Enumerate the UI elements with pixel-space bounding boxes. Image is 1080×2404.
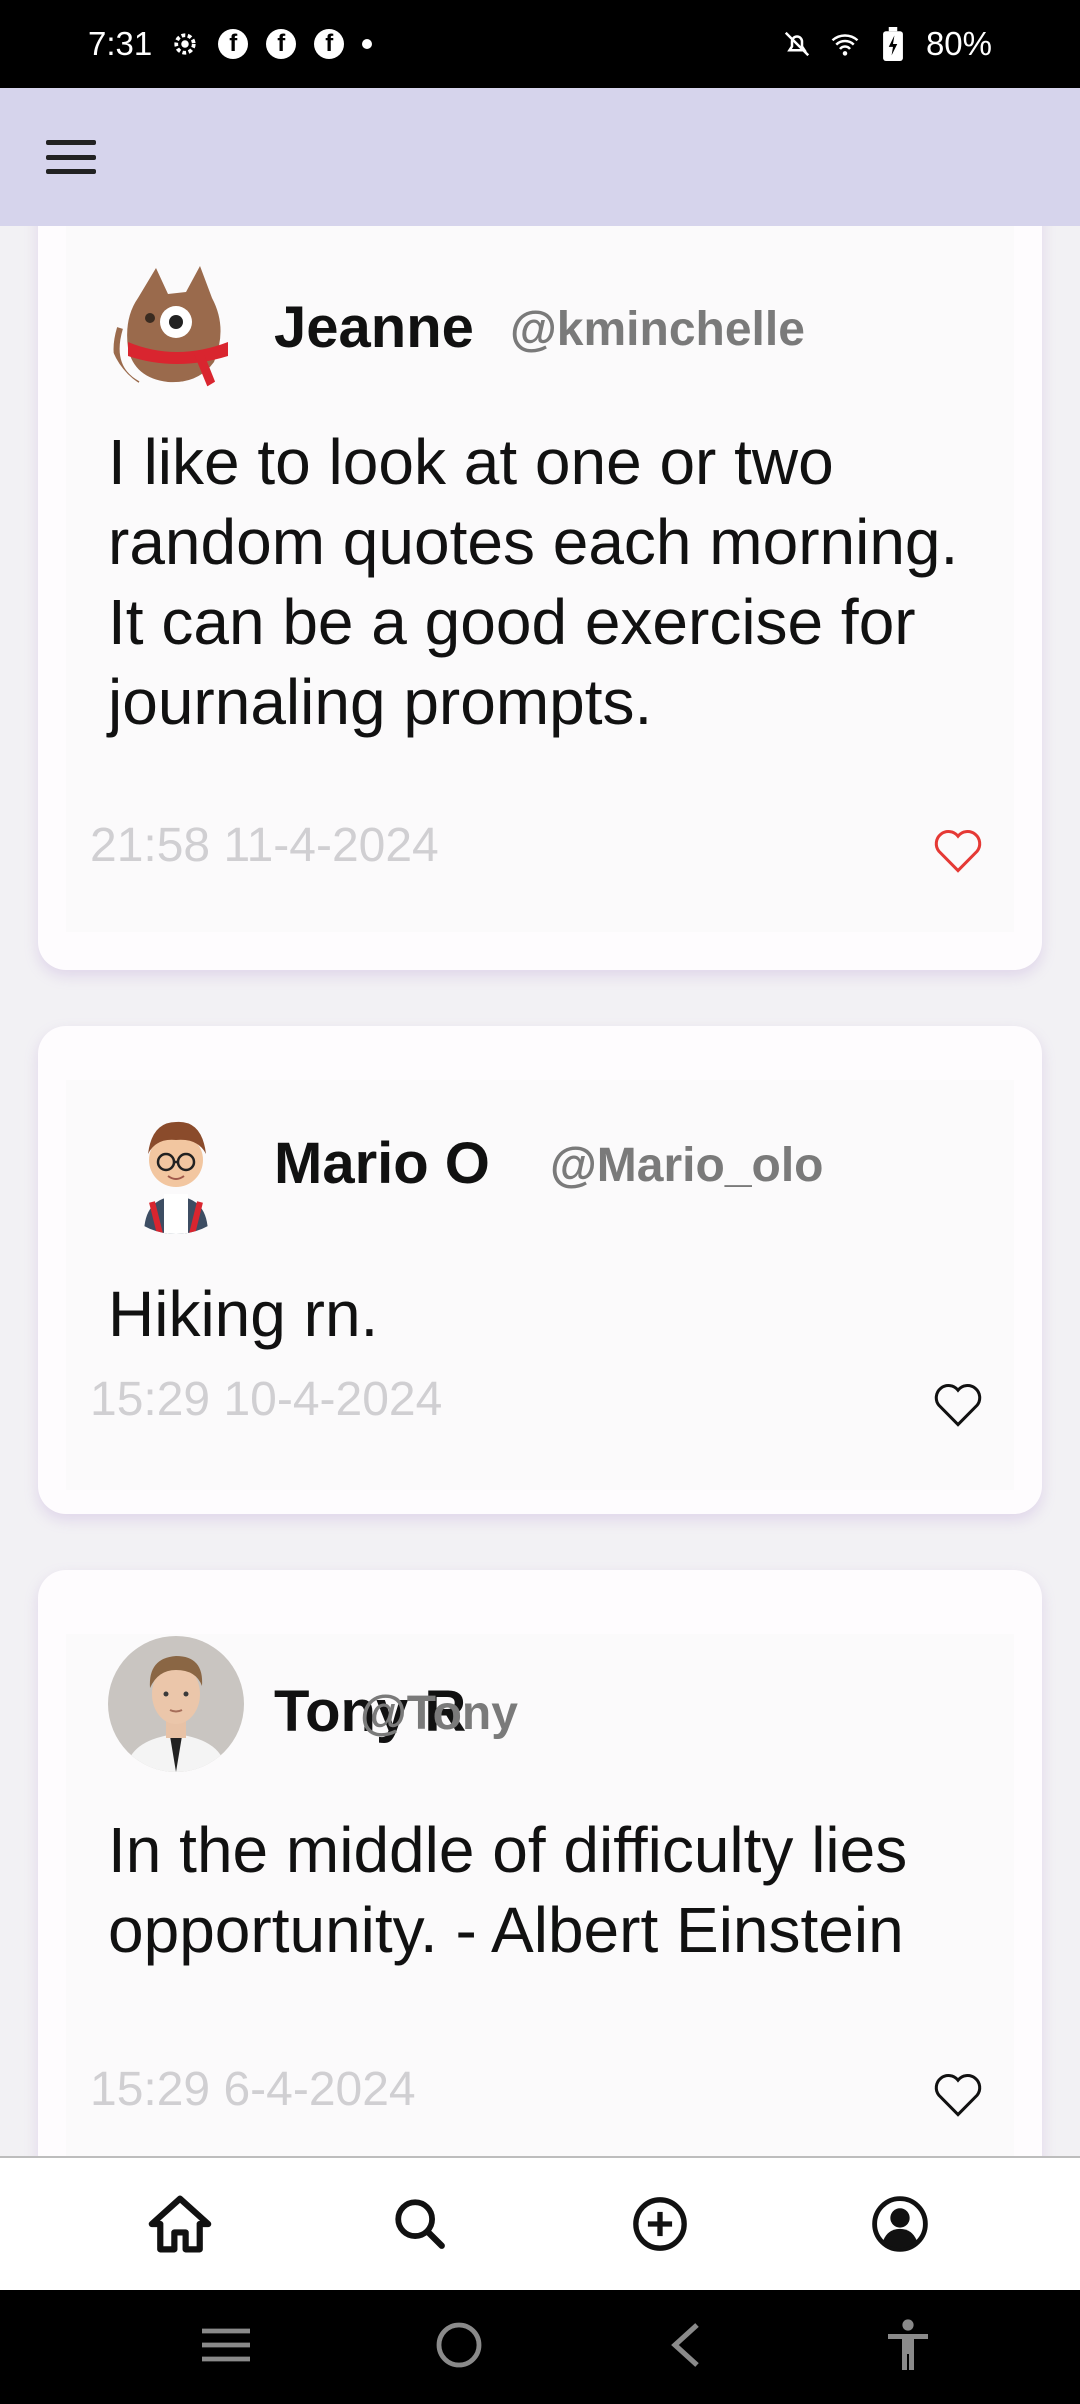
recents-icon[interactable] — [200, 2325, 252, 2370]
profile-icon[interactable] — [860, 2184, 940, 2264]
post-card-inner: Jeanne @kminchelle I like to look at one… — [66, 226, 1014, 932]
post-author-handle[interactable]: @Tony — [360, 1686, 518, 1741]
wifi-icon — [830, 29, 860, 59]
post-author-name[interactable]: Jeanne — [274, 294, 474, 361]
post-text: Hiking rn. — [108, 1278, 379, 1350]
post-card-inner: Mario O @Mario_olo Hiking rn. 15:29 10-4… — [66, 1080, 1014, 1490]
home-circle-icon[interactable] — [435, 2321, 483, 2374]
system-nav-bar — [0, 2290, 1080, 2404]
post-timestamp: 21:58 11-4-2024 — [90, 819, 439, 872]
boy-avatar-icon[interactable] — [108, 1098, 244, 1234]
status-bar: 7:31 f f f 80% — [0, 0, 1080, 88]
notifications-off-icon — [782, 29, 812, 59]
home-icon[interactable] — [140, 2184, 220, 2264]
menu-icon[interactable] — [44, 132, 98, 182]
battery-charging-icon — [878, 27, 908, 61]
facebook-icon: f — [218, 29, 249, 59]
post-card-inner: Tony R @Tony In the middle of difficulty… — [66, 1634, 1014, 2156]
cat-avatar-icon[interactable] — [108, 258, 244, 394]
like-button[interactable] — [932, 2070, 984, 2118]
post-card: Tony R @Tony In the middle of difficulty… — [38, 1570, 1042, 2156]
app-bar — [0, 88, 1080, 226]
back-icon[interactable] — [667, 2321, 703, 2374]
status-time: 7:31 — [88, 25, 153, 62]
post-text: I like to look at one or two random quot… — [108, 426, 959, 738]
like-button[interactable] — [932, 826, 984, 874]
settings-icon — [170, 29, 200, 59]
post-author-handle[interactable]: @kminchelle — [510, 302, 805, 357]
add-circle-icon[interactable] — [620, 2184, 700, 2264]
post-text: In the middle of difficulty lies opportu… — [108, 1814, 908, 1966]
man-avatar-icon[interactable] — [108, 1636, 244, 1772]
facebook-icon: f — [266, 29, 297, 59]
like-button[interactable] — [932, 1380, 984, 1428]
battery-level: 80% — [925, 25, 992, 62]
post-author-handle[interactable]: @Mario_olo — [550, 1138, 824, 1193]
post-card: Mario O @Mario_olo Hiking rn. 15:29 10-4… — [38, 1026, 1042, 1514]
bottom-nav — [0, 2156, 1080, 2290]
post-feed[interactable]: Jeanne @kminchelle I like to look at one… — [0, 226, 1080, 2156]
dot-icon — [362, 39, 373, 49]
facebook-icon: f — [314, 29, 345, 59]
post-timestamp: 15:29 6-4-2024 — [90, 2063, 416, 2116]
post-card: Jeanne @kminchelle I like to look at one… — [38, 226, 1042, 970]
accessibility-icon[interactable] — [886, 2318, 930, 2377]
status-right: 80% — [782, 25, 992, 63]
status-left: 7:31 f f f — [88, 25, 373, 63]
post-timestamp: 15:29 10-4-2024 — [90, 1373, 443, 1426]
search-icon[interactable] — [380, 2184, 460, 2264]
post-author-name[interactable]: Mario O — [274, 1130, 490, 1197]
